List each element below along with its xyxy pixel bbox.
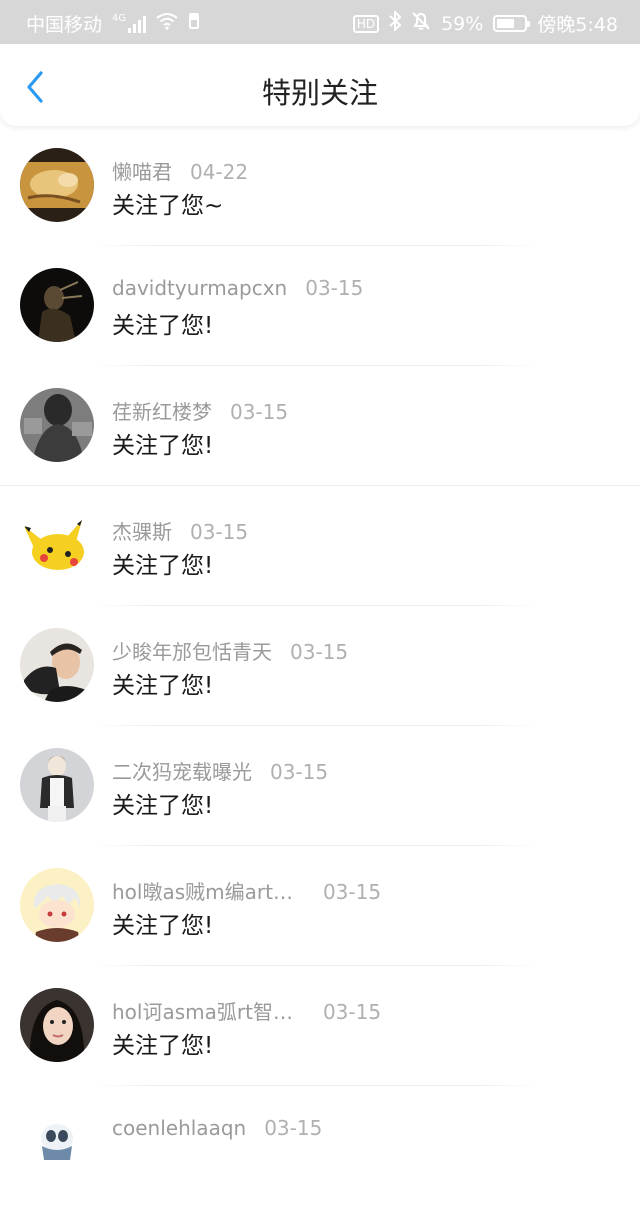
date-label: 03-15 — [322, 1000, 382, 1024]
page-title: 特别关注 — [261, 76, 378, 110]
user-name[interactable]: hol暾as贼m编art… — [112, 876, 293, 905]
user-name[interactable]: 二次犸宠载曝光 — [112, 756, 252, 785]
date-label: 04-22 — [190, 160, 249, 184]
date-label: 03-15 — [305, 276, 364, 300]
avatar[interactable] — [20, 628, 94, 702]
message-text: 关注了您! — [112, 553, 214, 579]
avatar[interactable] — [20, 1108, 94, 1182]
signal-icon — [128, 15, 147, 33]
avatar[interactable] — [20, 868, 94, 942]
list-item[interactable]: 杰骒斯 03-15 关注了您! — [0, 486, 640, 606]
avatar[interactable] — [20, 988, 94, 1062]
message-text: 关注了您! — [112, 913, 214, 939]
list-item[interactable]: coenlehlaaqn 03-15 — [0, 1086, 640, 1206]
list-item[interactable]: 荏新红楼梦 03-15 关注了您! — [0, 366, 640, 486]
avatar[interactable] — [20, 148, 94, 222]
battery-percent: 59% — [441, 12, 484, 35]
message-text: 关注了您! — [112, 433, 214, 459]
avatar[interactable] — [20, 508, 94, 582]
list-item[interactable]: 懒喵君 04-22 关注了您~ — [0, 126, 640, 246]
user-name[interactable]: davidtyurmapcxn — [112, 276, 287, 300]
network-label: 4G — [112, 13, 127, 24]
user-name[interactable]: 杰骒斯 — [112, 516, 172, 545]
carrier-label: 中国移动 — [26, 14, 103, 36]
date-label: 03-15 — [322, 880, 382, 904]
sim-icon — [188, 12, 200, 35]
status-bar: 中国移动 4G HD 59% 傍晚5:48 — [0, 0, 640, 44]
user-name[interactable]: coenlehlaaqn — [112, 1116, 246, 1140]
status-bar-left: 中国移动 4G — [26, 10, 200, 37]
message-text: 关注了您! — [112, 1033, 214, 1059]
list-item[interactable]: hol暾as贼m编art… 03-15 关注了您! — [0, 846, 640, 966]
message-text: 关注了您! — [112, 793, 214, 819]
avatar[interactable] — [20, 388, 94, 462]
status-bar-right: HD 59% 傍晚5:48 — [352, 9, 618, 37]
hd-badge: HD — [352, 14, 380, 33]
avatar[interactable] — [20, 748, 94, 822]
bluetooth-icon — [389, 9, 402, 36]
follow-list: 懒喵君 04-22 关注了您~ davidtyurmapcxn 03-15 关注了您… — [0, 126, 640, 1206]
user-name[interactable]: 少睃年邡包恬青天 — [112, 636, 272, 665]
list-item[interactable]: 二次犸宠载曝光 03-15 关注了您! — [0, 726, 640, 846]
list-item[interactable]: davidtyurmapcxn 03-15 关注了您! — [0, 246, 640, 366]
user-name[interactable]: 荏新红楼梦 — [112, 396, 212, 425]
date-label: 03-15 — [264, 1116, 323, 1140]
date-label: 03-15 — [290, 640, 349, 664]
message-text: 关注了您! — [112, 673, 214, 699]
message-text: 关注了您~ — [112, 193, 224, 219]
wifi-icon — [156, 12, 178, 35]
message-text: 关注了您! — [112, 313, 214, 339]
list-item[interactable]: 少睃年邡包恬青天 03-15 关注了您! — [0, 606, 640, 726]
user-name[interactable]: 懒喵君 — [112, 156, 172, 185]
clock: 傍晚5:48 — [537, 14, 618, 36]
date-label: 03-15 — [190, 520, 249, 544]
avatar[interactable] — [20, 268, 94, 342]
user-name[interactable]: hol诃asma弧rt智… — [112, 996, 293, 1025]
nav-bar: 特别关注 — [0, 44, 640, 126]
battery-icon — [493, 15, 531, 32]
date-label: 03-15 — [270, 760, 329, 784]
list-item[interactable]: hol诃asma弧rt智… 03-15 关注了您! — [0, 966, 640, 1086]
date-label: 03-15 — [230, 400, 289, 424]
mute-bell-icon — [411, 11, 431, 36]
